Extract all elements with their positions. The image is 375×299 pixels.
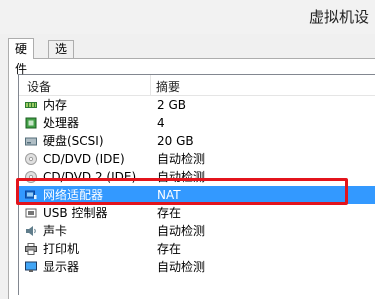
device-name: 显示器: [43, 260, 80, 274]
device-row-display[interactable]: 显示器 自动检测: [19, 258, 375, 276]
device-row-network-adapter[interactable]: 网络适配器 NAT: [19, 186, 375, 204]
device-name: CD/DVD (IDE): [43, 152, 125, 166]
device-summary: 自动检测: [157, 170, 206, 184]
device-row-memory[interactable]: 内存 2 GB: [19, 96, 375, 114]
device-name: 声卡: [43, 224, 68, 238]
device-summary: 2 GB: [157, 98, 186, 112]
usb-controller-icon: [25, 208, 37, 218]
list-header: 设备 摘要: [19, 75, 375, 96]
device-name: 网络适配器: [43, 188, 104, 202]
hard-disk-icon: [25, 137, 37, 146]
device-row-hard-disk[interactable]: 硬盘(SCSI) 20 GB: [19, 132, 375, 150]
device-row-cd-dvd[interactable]: CD/DVD (IDE) 自动检测: [19, 150, 375, 168]
device-summary: 存在: [157, 242, 182, 256]
device-summary: 自动检测: [157, 224, 206, 238]
device-name: 内存: [43, 98, 68, 112]
network-adapter-icon: [25, 190, 37, 199]
tab-hardware[interactable]: 硬件: [8, 38, 35, 76]
device-summary: 20 GB: [157, 134, 194, 148]
device-name: 打印机: [43, 242, 80, 256]
memory-icon: [25, 102, 37, 108]
device-summary: 自动检测: [157, 260, 206, 274]
device-summary: 自动检测: [157, 152, 206, 166]
display-icon: [25, 261, 37, 272]
device-name: 硬盘(SCSI): [43, 134, 104, 148]
device-summary: 存在: [157, 206, 182, 220]
device-row-printer[interactable]: 打印机 存在: [19, 240, 375, 258]
device-row-usb-controller[interactable]: USB 控制器 存在: [19, 204, 375, 222]
printer-icon: [25, 243, 37, 255]
device-summary: NAT: [157, 188, 181, 202]
column-separator[interactable]: [150, 75, 151, 95]
device-summary: 4: [157, 116, 165, 130]
column-header-device[interactable]: 设备: [27, 78, 51, 95]
device-name: CD/DVD 2 (IDE): [43, 170, 137, 184]
device-name: 处理器: [43, 116, 80, 130]
window-title: 虚拟机设: [308, 8, 369, 26]
device-name: USB 控制器: [43, 206, 108, 220]
sound-card-icon: [26, 226, 36, 236]
cd-dvd-icon: [25, 171, 37, 183]
device-row-processor[interactable]: 处理器 4: [19, 114, 375, 132]
device-list[interactable]: 设备 摘要 内存 2 GB 处理器 4 硬盘(SCSI) 20 GB CD/DV…: [18, 74, 375, 295]
device-row-sound-card[interactable]: 声卡 自动检测: [19, 222, 375, 240]
cd-dvd-icon: [25, 153, 37, 165]
title-bar: 虚拟机设: [0, 0, 375, 34]
tab-options[interactable]: 选项: [48, 40, 75, 73]
device-row-cd-dvd-2[interactable]: CD/DVD 2 (IDE) 自动检测: [19, 168, 375, 186]
column-header-summary[interactable]: 摘要: [156, 78, 180, 95]
processor-icon: [25, 117, 37, 129]
